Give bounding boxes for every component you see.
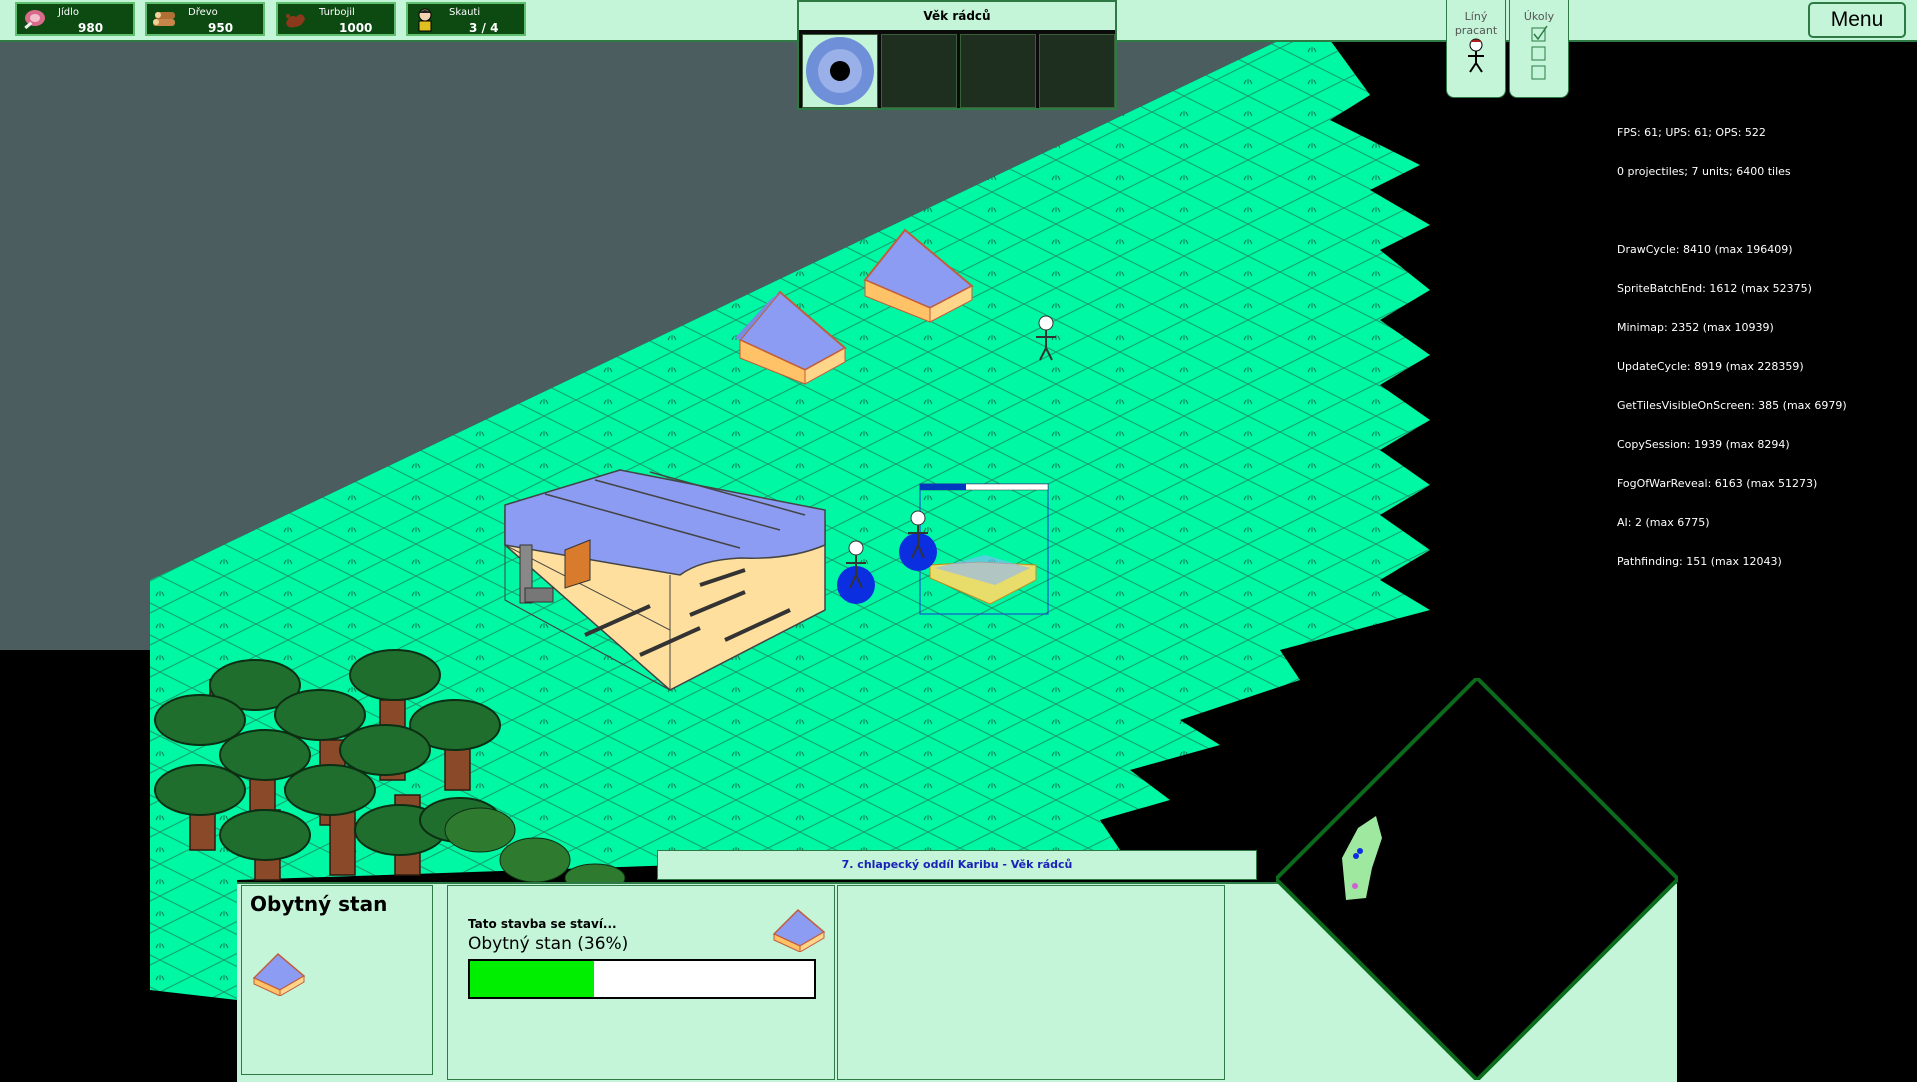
resource-scouts: Skauti 3 / 4 — [406, 2, 526, 36]
resource-food: Jídlo 980 — [15, 2, 135, 36]
debug-line — [1617, 204, 1847, 217]
age-slot-1[interactable] — [802, 34, 878, 108]
checklist-icon — [1531, 25, 1548, 80]
wood-icon — [153, 12, 175, 26]
tent-icon[interactable] — [770, 902, 828, 952]
debug-line: 0 projectiles; 7 units; 6400 tiles — [1617, 165, 1791, 178]
lazy-worker-button[interactable]: Líný pracant — [1446, 0, 1506, 98]
lazy-worker-label: Líný pracant — [1454, 10, 1498, 37]
scout-icon — [418, 8, 432, 32]
status-bar: 7. chlapecký oddíl Karibu - Věk rádců — [657, 850, 1257, 880]
minimap[interactable] — [1276, 678, 1678, 1080]
age-slot-2[interactable] — [881, 34, 957, 108]
construction-name: Obytný stan (36%) — [468, 934, 629, 954]
tasks-button[interactable]: Úkoly — [1509, 0, 1569, 98]
debug-line: Minimap: 2352 (max 10939) — [1617, 321, 1774, 334]
age-slot-3[interactable] — [960, 34, 1036, 108]
selected-unit-panel: Obytný stan — [241, 885, 433, 1075]
age-slot-4[interactable] — [1039, 34, 1115, 108]
construction-panel: Tato stavba se staví... Obytný stan (36%… — [447, 885, 835, 1080]
meat-icon — [24, 10, 45, 30]
debug-line: Pathfinding: 151 (max 12043) — [1617, 555, 1782, 568]
age-title: Věk rádců — [799, 2, 1115, 30]
debug-line: GetTilesVisibleOnScreen: 385 (max 6979) — [1617, 399, 1847, 412]
age-panel: Věk rádců — [797, 0, 1117, 110]
resource-turbojil: Turbojil 1000 — [276, 2, 396, 36]
debug-line: SpriteBatchEnd: 1612 (max 52375) — [1617, 282, 1812, 295]
debug-line: FogOfWarReveal: 6163 (max 51273) — [1617, 477, 1818, 490]
resource-wood: Dřevo 950 — [145, 2, 265, 36]
tasks-label: Úkoly — [1523, 10, 1555, 23]
actions-panel — [837, 885, 1225, 1080]
worker-icon — [1468, 38, 1484, 73]
tent-icon — [252, 952, 306, 996]
menu-button[interactable]: Menu — [1808, 2, 1906, 38]
debug-line: CopySession: 1939 (max 8294) — [1617, 438, 1790, 451]
construction-label: Tato stavba se staví... — [468, 917, 617, 931]
debug-line: UpdateCycle: 8919 (max 228359) — [1617, 360, 1804, 373]
selected-title: Obytný stan — [250, 892, 388, 916]
debug-line: FPS: 61; UPS: 61; OPS: 522 — [1617, 126, 1766, 139]
eye-icon — [806, 37, 874, 105]
construction-progress-bar — [468, 959, 816, 999]
debug-stats: FPS: 61; UPS: 61; OPS: 522 0 projectiles… — [1617, 100, 1847, 581]
construction-progress-fill — [470, 961, 594, 997]
turbojil-icon — [286, 14, 305, 28]
debug-line: AI: 2 (max 6775) — [1617, 516, 1710, 529]
debug-line: DrawCycle: 8410 (max 196409) — [1617, 243, 1793, 256]
